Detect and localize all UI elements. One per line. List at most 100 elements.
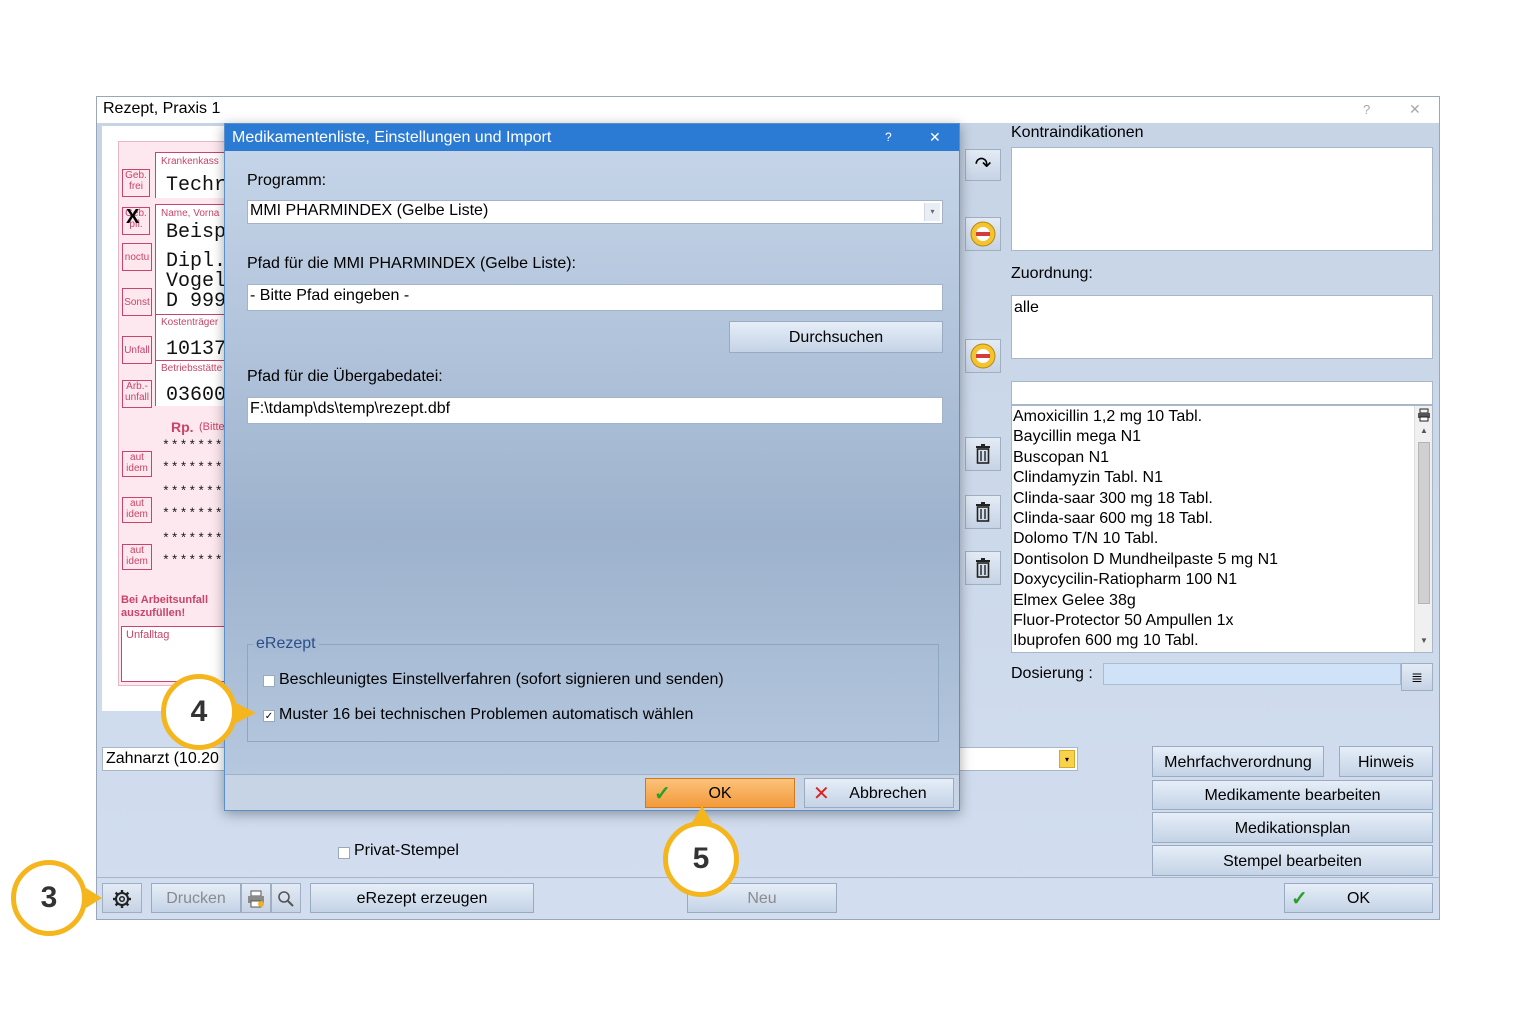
name-line-4: D 999 bbox=[166, 290, 227, 313]
medication-list[interactable]: Amoxicillin 1,2 mg 10 Tabl. Baycillin me… bbox=[1011, 405, 1433, 653]
name-line-1: Beisp bbox=[166, 221, 227, 244]
kontraindikationen-box[interactable] bbox=[1011, 147, 1433, 251]
settings-dialog: Medikamentenliste, Einstellungen und Imp… bbox=[224, 123, 960, 811]
drucken-button[interactable]: Drucken bbox=[151, 883, 241, 913]
trash-icon[interactable] bbox=[965, 495, 1001, 529]
gelbe-liste-logo-icon[interactable] bbox=[965, 217, 1001, 251]
callout-5-pointer bbox=[691, 806, 713, 824]
rp-hint: (Bitte bbox=[199, 421, 225, 433]
medikationsplan-button[interactable]: Medikationsplan bbox=[1152, 812, 1433, 843]
window-title: Rezept, Praxis 1 bbox=[103, 100, 221, 117]
list-item[interactable]: Baycillin mega N1 bbox=[1013, 427, 1278, 447]
scroll-down-icon[interactable]: ▼ bbox=[1420, 636, 1428, 645]
unfall-box[interactable]: Unfall bbox=[122, 336, 152, 364]
geb-frei-box[interactable]: Geb. frei bbox=[122, 169, 150, 197]
dialog-ok-button[interactable]: ✓ OK bbox=[645, 778, 795, 808]
unfalltag-caption: Unfalltag bbox=[126, 629, 170, 641]
hinweis-button[interactable]: Hinweis bbox=[1339, 746, 1433, 777]
sonstige-box[interactable]: Sonst bbox=[122, 288, 152, 316]
stempel-bearbeiten-button[interactable]: Stempel bearbeiten bbox=[1152, 845, 1433, 876]
programm-select-value: MMI PHARMINDEX (Gelbe Liste) bbox=[250, 202, 489, 219]
help-button[interactable]: ? bbox=[1363, 102, 1370, 117]
arbeitsunfall-box[interactable]: Arb.- unfall bbox=[122, 380, 152, 408]
ok-button[interactable]: ✓ OK bbox=[1284, 883, 1433, 913]
gear-icon bbox=[113, 890, 131, 908]
print-preview-button[interactable] bbox=[241, 883, 271, 913]
pfad-input[interactable]: - Bitte Pfad eingeben - bbox=[247, 284, 943, 311]
list-item[interactable]: Doxycycilin-Ratiopharm 100 N1 bbox=[1013, 570, 1278, 590]
dialog-close-button[interactable]: ✕ bbox=[929, 129, 941, 146]
option2-checkbox[interactable]: ✓ bbox=[263, 710, 275, 722]
geb-pfl-box[interactable]: Geb. pfl. X bbox=[122, 207, 150, 235]
scrollbar-thumb[interactable] bbox=[1418, 442, 1430, 604]
trash-icon[interactable] bbox=[965, 551, 1001, 585]
betriebsstaette-caption: Betriebsstätte bbox=[161, 363, 223, 374]
chevron-down-icon[interactable]: ▾ bbox=[924, 203, 940, 221]
medication-search-input[interactable] bbox=[1011, 381, 1433, 405]
close-button[interactable]: ✕ bbox=[1409, 101, 1421, 118]
durchsuchen-button[interactable]: Durchsuchen bbox=[729, 321, 943, 353]
list-item[interactable]: Clinda-saar 300 mg 18 Tabl. bbox=[1013, 489, 1278, 509]
callout-5: 5 bbox=[663, 821, 739, 897]
trash-icon[interactable] bbox=[965, 437, 1001, 471]
zuordnung-label: Zuordnung: bbox=[1011, 265, 1093, 282]
callout-3: 3 bbox=[11, 860, 87, 936]
aut-idem-box-1[interactable]: aut idem bbox=[122, 451, 152, 477]
pfad-label: Pfad für die MMI PHARMINDEX (Gelbe Liste… bbox=[247, 255, 576, 272]
erezept-erzeugen-button[interactable]: eRezept erzeugen bbox=[310, 883, 534, 913]
share-arrow-icon[interactable]: ↷ bbox=[965, 149, 1001, 181]
abbrechen-label: Abbrechen bbox=[849, 785, 927, 802]
option1-checkbox[interactable] bbox=[263, 675, 275, 687]
list-item[interactable]: Amoxicillin 1,2 mg 10 Tabl. bbox=[1013, 407, 1278, 427]
programm-select[interactable]: MMI PHARMINDEX (Gelbe Liste) ▾ bbox=[247, 200, 943, 224]
dialog-help-button[interactable]: ? bbox=[885, 130, 892, 144]
callout-3-pointer bbox=[86, 888, 102, 908]
bottom-divider bbox=[97, 877, 1439, 878]
dialog-ok-label: OK bbox=[708, 785, 732, 802]
list-item[interactable]: Clinda-saar 600 mg 18 Tabl. bbox=[1013, 509, 1278, 529]
x-mark: X bbox=[126, 206, 140, 228]
aut-idem-box-3[interactable]: aut idem bbox=[122, 544, 152, 570]
medication-items: Amoxicillin 1,2 mg 10 Tabl. Baycillin me… bbox=[1013, 407, 1278, 652]
list-item[interactable]: Clindamyzin Tabl. N1 bbox=[1013, 468, 1278, 488]
dosierung-label: Dosierung : bbox=[1011, 665, 1093, 682]
checkmark-icon: ✓ bbox=[654, 783, 671, 805]
scroll-up-icon[interactable]: ▲ bbox=[1420, 426, 1428, 435]
medikamente-bearbeiten-button[interactable]: Medikamente bearbeiten bbox=[1152, 780, 1433, 810]
arbeitsunfall-warning: Bei Arbeitsunfall auszufüllen! bbox=[121, 594, 208, 619]
list-item[interactable]: Ibuprofen 600 mg 10 Tabl. bbox=[1013, 631, 1278, 651]
list-item[interactable]: Buscopan N1 bbox=[1013, 448, 1278, 468]
list-item[interactable]: Elmex Gelee 38g bbox=[1013, 591, 1278, 611]
search-button[interactable] bbox=[271, 883, 301, 913]
mehrfachverordnung-button[interactable]: Mehrfachverordnung bbox=[1152, 746, 1324, 777]
privat-stempel-checkbox[interactable] bbox=[338, 847, 350, 859]
dosierung-input[interactable] bbox=[1103, 663, 1401, 685]
settings-button[interactable] bbox=[102, 883, 142, 913]
krankenkasse-caption: Krankenkass bbox=[161, 156, 219, 167]
option2-label: Muster 16 bei technischen Problemen auto… bbox=[279, 706, 694, 723]
rp-label: Rp. bbox=[171, 419, 194, 435]
dosage-list-icon[interactable]: ≣ bbox=[1401, 663, 1433, 691]
list-scrollbar[interactable]: ▲ ▼ bbox=[1414, 406, 1432, 652]
dropdown-arrow-icon[interactable]: ▾ bbox=[1059, 750, 1075, 768]
kostentraeger-caption: Kostenträger bbox=[161, 317, 219, 328]
list-item[interactable]: Fluor-Protector 50 Ampullen 1x bbox=[1013, 611, 1278, 631]
printer-icon[interactable] bbox=[1417, 408, 1431, 422]
uebergabe-input[interactable]: F:\tdamp\ds\temp\rezept.dbf bbox=[247, 397, 943, 424]
printer-icon bbox=[248, 890, 264, 908]
gelbe-liste-logo-icon-2[interactable] bbox=[965, 339, 1001, 373]
option1-label: Beschleunigtes Einstellverfahren (sofort… bbox=[279, 671, 724, 688]
aut-idem-box-2[interactable]: aut idem bbox=[122, 497, 152, 523]
erezept-group-label: eRezept bbox=[253, 635, 319, 653]
magnifier-icon bbox=[278, 891, 294, 907]
privat-stempel-label: Privat-Stempel bbox=[354, 842, 459, 859]
betriebsstaette-value: 03600 bbox=[166, 384, 227, 407]
noctu-box[interactable]: noctu bbox=[122, 243, 152, 271]
dialog-title: Medikamentenliste, Einstellungen und Imp… bbox=[232, 129, 552, 146]
list-item[interactable]: Dontisolon D Mundheilpaste 5 mg N1 bbox=[1013, 550, 1278, 570]
list-item[interactable]: Dolomo T/N 10 Tabl. bbox=[1013, 529, 1278, 549]
checkmark-icon: ✓ bbox=[1291, 888, 1308, 910]
zuordnung-box[interactable]: alle bbox=[1011, 295, 1433, 359]
ok-label: OK bbox=[1346, 890, 1371, 907]
abbrechen-button[interactable]: ✕ Abbrechen bbox=[804, 778, 954, 808]
